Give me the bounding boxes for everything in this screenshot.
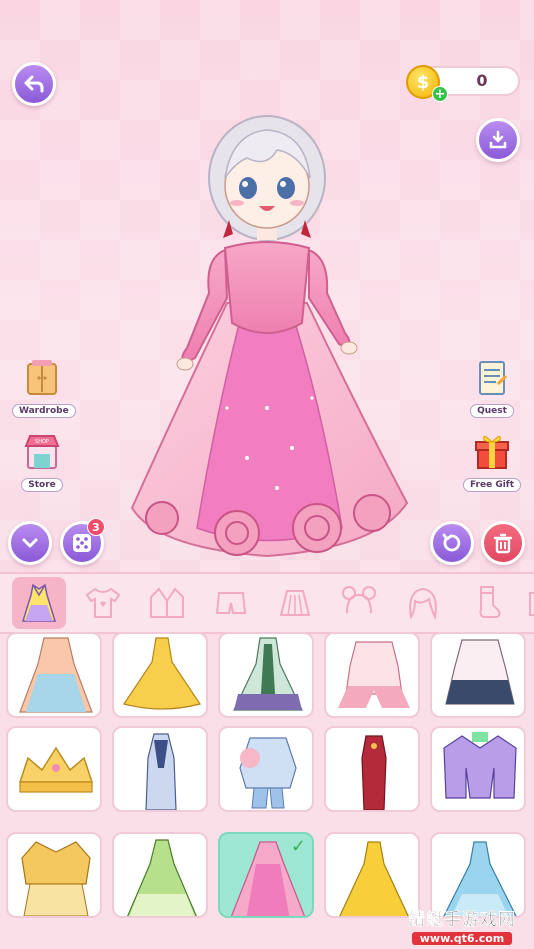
tab-socks[interactable] [460, 577, 514, 629]
item-card[interactable] [218, 726, 314, 812]
download-button[interactable] [476, 118, 520, 162]
outfit-thumbnail [21, 841, 91, 916]
item-card-selected[interactable]: ✓ [218, 832, 314, 918]
delete-button[interactable] [481, 521, 525, 565]
coin-count: 0 [476, 71, 488, 90]
item-card[interactable] [112, 632, 208, 718]
item-card[interactable] [6, 632, 102, 718]
hair-bun-icon [342, 586, 376, 614]
dress-thumbnail [339, 841, 409, 916]
tab-jacket[interactable] [140, 577, 194, 629]
wardrobe-icon [20, 358, 64, 398]
item-card[interactable] [112, 726, 208, 812]
item-card[interactable] [430, 726, 526, 812]
free-gift-label: Free Gift [462, 478, 522, 492]
item-card[interactable] [324, 832, 420, 918]
dress-icon [21, 583, 57, 622]
store-button[interactable]: SHOP Store [12, 432, 72, 492]
item-card[interactable] [112, 832, 208, 918]
shoe-icon [529, 592, 534, 616]
wardrobe-label: Wardrobe [12, 404, 76, 418]
item-card[interactable] [430, 832, 526, 918]
item-card[interactable] [324, 726, 420, 812]
skirt-icon [279, 590, 311, 616]
arrow-left-icon [24, 75, 44, 93]
watermark-title: 蜻蜓手游戏网 [408, 910, 516, 930]
qipao-thumbnail [361, 735, 387, 810]
random-outfit-button[interactable]: 3 [60, 518, 105, 565]
tab-dress[interactable] [12, 577, 66, 629]
outfit-thumbnail [239, 737, 297, 809]
tab-shoes[interactable] [524, 577, 534, 629]
outfit-thumbnail [445, 639, 515, 705]
dress-thumbnail [127, 839, 197, 916]
jacket-icon [150, 587, 184, 618]
tab-shorts[interactable] [204, 577, 258, 629]
outfit-thumbnail [145, 733, 177, 810]
back-button[interactable] [12, 62, 56, 106]
wardrobe-button[interactable]: Wardrobe [12, 358, 76, 418]
gift-icon [470, 432, 514, 472]
dress-thumbnail [19, 637, 93, 713]
dress-thumbnail [443, 841, 517, 916]
store-icon: SHOP [20, 432, 64, 472]
category-tabbar [0, 572, 534, 634]
tab-skirt[interactable] [268, 577, 322, 629]
undo-button[interactable] [430, 521, 474, 565]
character-doll [130, 115, 409, 558]
item-card[interactable] [6, 832, 102, 918]
item-card[interactable] [430, 632, 526, 718]
outfit-thumbnail [338, 641, 410, 708]
item-card[interactable] [6, 726, 102, 812]
sock-icon [479, 586, 501, 618]
random-count-badge: 3 [87, 518, 105, 536]
trash-icon [493, 533, 513, 554]
quest-label: Quest [470, 404, 514, 418]
shorts-icon [215, 592, 247, 614]
character-stage: $ + 0 Wardrobe SHOP Store Quest Free Gif… [0, 0, 534, 572]
item-card[interactable] [324, 632, 420, 718]
tab-hair-bun[interactable] [332, 577, 386, 629]
t-shirt-icon [85, 587, 121, 618]
item-card[interactable] [218, 632, 314, 718]
free-gift-button[interactable]: Free Gift [462, 432, 522, 492]
dress-thumbnail [123, 637, 201, 710]
quest-button[interactable]: Quest [462, 358, 522, 418]
tab-hair[interactable] [396, 577, 450, 629]
crown-thumbnail [18, 746, 94, 793]
tab-top[interactable] [76, 577, 130, 629]
undo-icon [442, 533, 461, 552]
hair-icon [409, 587, 437, 621]
quest-scroll-icon [470, 358, 514, 398]
chevron-down-icon [22, 538, 38, 548]
dress-thumbnail [233, 637, 303, 711]
jacket-thumbnail [443, 732, 517, 799]
selected-check-icon: ✓ [290, 836, 306, 857]
clothing-grid: ✓ [0, 632, 534, 949]
collapse-button[interactable] [8, 521, 52, 565]
store-label: Store [21, 478, 63, 492]
svg-text:SHOP: SHOP [35, 439, 49, 445]
watermark-url: www.qt6.com [411, 932, 513, 945]
coin-counter: $ + 0 [406, 65, 520, 102]
watermark: 蜻蜓手游戏网 www.qt6.com [392, 910, 532, 945]
download-icon [489, 130, 507, 149]
